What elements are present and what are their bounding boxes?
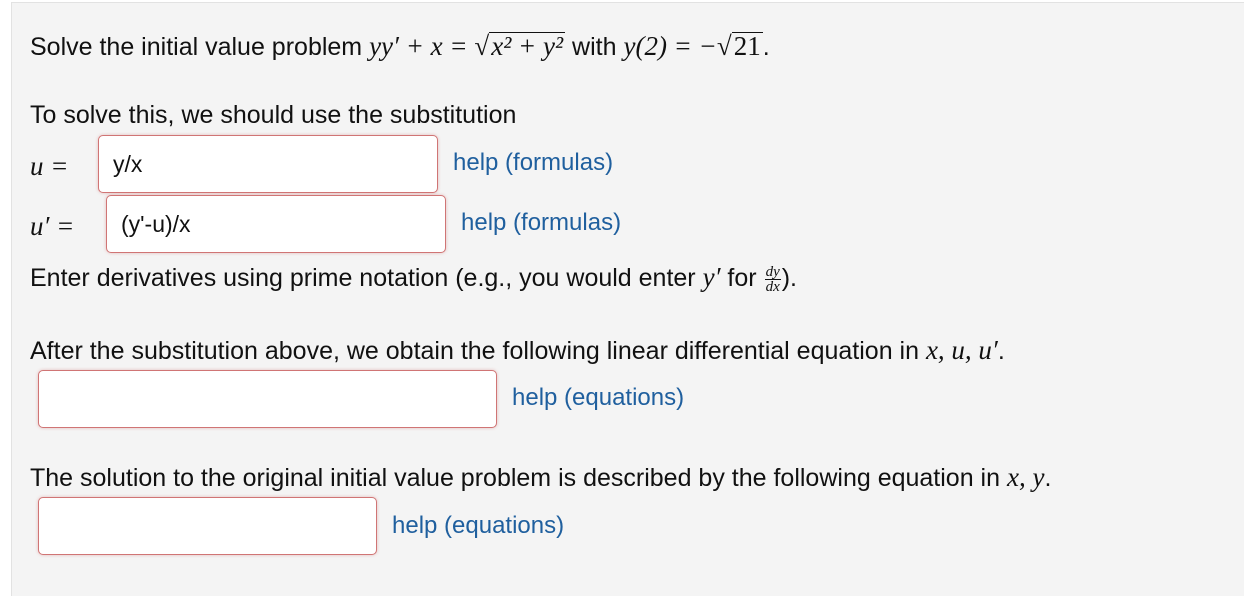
substitution-intro: To solve this, we should use the substit… <box>30 101 517 129</box>
linear-prompt-suffix: . <box>997 337 1005 365</box>
frac-numerator: dy <box>764 263 781 280</box>
problem-panel: Solve the initial value problem yy′ + x … <box>11 2 1244 596</box>
y-prime-symbol: y′ <box>702 262 721 292</box>
derivative-note-for: for <box>720 264 764 292</box>
derivative-note-prefix: Enter derivatives using prime notation (… <box>30 264 703 292</box>
solution-prompt-suffix: . <box>1044 464 1052 492</box>
linear-prompt-text: After the substitution above, we obtain … <box>30 337 926 365</box>
help-formulas-link-2[interactable]: help (formulas) <box>461 208 621 238</box>
sqrt-symbol-2: √ <box>716 31 732 61</box>
help-equations-link-1[interactable]: help (equations) <box>512 383 684 413</box>
problem-statement: Solve the initial value problem yy′ + x … <box>30 31 770 62</box>
problem-sqrt-value: 21 <box>731 31 763 61</box>
derivative-note: Enter derivatives using prime notation (… <box>30 262 797 294</box>
linear-prompt: After the substitution above, we obtain … <box>30 335 1005 366</box>
solution-prompt-text: The solution to the original initial val… <box>30 464 1007 492</box>
u-prime-input[interactable]: (y'-u)/x <box>106 195 446 253</box>
dy-dx-fraction: dy dx <box>764 263 781 295</box>
problem-mid: with <box>565 33 624 61</box>
u-prime-label: u′ = <box>30 211 75 241</box>
problem-condition: y(2) = − <box>623 31 717 61</box>
sqrt-symbol: √ <box>474 31 490 61</box>
help-equations-link-2[interactable]: help (equations) <box>392 511 564 541</box>
derivative-note-suffix: ). <box>781 264 798 292</box>
frac-denominator: dx <box>765 278 780 295</box>
linear-prompt-vars: x, u, u′ <box>925 335 998 365</box>
linear-equation-input[interactable] <box>38 370 497 428</box>
problem-prefix: Solve the initial value problem <box>30 33 370 61</box>
u-input[interactable]: y/x <box>98 135 438 193</box>
problem-suffix: . <box>762 33 770 61</box>
solution-prompt-vars: x, y <box>1006 462 1045 492</box>
solution-equation-input[interactable] <box>38 497 377 555</box>
u-label: u = <box>30 151 69 181</box>
solution-prompt: The solution to the original initial val… <box>30 462 1051 493</box>
problem-equation-lhs: yy′ + x = <box>369 31 475 61</box>
problem-sqrt-content: x² + y² <box>489 31 566 61</box>
help-formulas-link-1[interactable]: help (formulas) <box>453 148 613 178</box>
